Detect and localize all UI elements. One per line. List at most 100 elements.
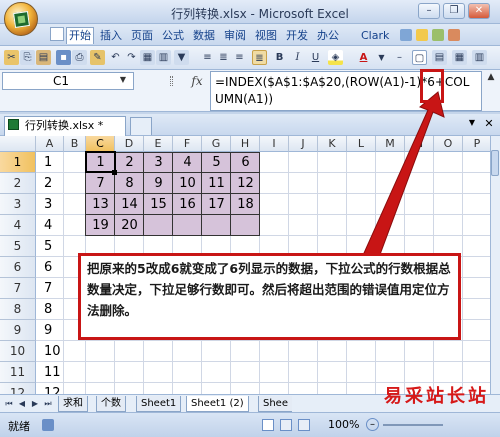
print-icon[interactable]: ⎙ xyxy=(72,50,87,65)
font-color-icon[interactable]: A xyxy=(356,50,371,65)
fill-color-icon[interactable]: ◈ xyxy=(328,50,343,65)
chevron-down-icon[interactable]: ▼ xyxy=(466,118,478,130)
tab-clark[interactable]: Clark xyxy=(358,27,392,44)
cell-a-value[interactable]: 7 xyxy=(44,278,64,299)
normal-view-icon[interactable] xyxy=(262,419,274,431)
underline-icon[interactable]: U xyxy=(308,50,323,65)
minus-icon[interactable]: – xyxy=(392,50,407,65)
result-cell[interactable]: 12 xyxy=(231,173,260,194)
row-header[interactable]: 10 xyxy=(0,341,36,362)
sheet-tab-count[interactable]: 个数 xyxy=(96,396,126,412)
border-icon[interactable]: ▢ xyxy=(412,50,427,65)
align-left-icon[interactable]: ≡ xyxy=(200,50,215,65)
result-cell[interactable]: 13 xyxy=(86,194,115,215)
undo-icon[interactable]: ↶ xyxy=(108,50,123,65)
column-header[interactable]: E xyxy=(144,136,173,152)
tab-data[interactable]: 数据 xyxy=(190,27,218,44)
cell-style-icon[interactable]: ▥ xyxy=(472,50,487,65)
result-cell[interactable] xyxy=(231,215,260,236)
cell-a-value[interactable]: 10 xyxy=(44,341,64,362)
filter-icon[interactable]: ▼ xyxy=(174,50,189,65)
result-cell[interactable]: 14 xyxy=(115,194,144,215)
result-cell[interactable]: 19 xyxy=(86,215,115,236)
column-header[interactable]: J xyxy=(289,136,318,152)
result-cell[interactable]: 5 xyxy=(202,152,231,173)
bold-icon[interactable]: B xyxy=(272,50,287,65)
row-header[interactable]: 4 xyxy=(0,215,36,236)
cell-a-value[interactable]: 1 xyxy=(44,152,64,173)
chart-icon[interactable]: ▥ xyxy=(156,50,171,65)
fill-handle[interactable] xyxy=(112,170,117,175)
save-icon[interactable]: ▪ xyxy=(56,50,71,65)
close-workbook-icon[interactable]: ✕ xyxy=(482,117,496,131)
format-painter-icon[interactable]: ✎ xyxy=(90,50,105,65)
cell-a-value[interactable]: 11 xyxy=(44,362,64,383)
minimize-button[interactable]: – xyxy=(418,3,440,19)
cell-a-value[interactable]: 3 xyxy=(44,194,64,215)
tab-view[interactable]: 视图 xyxy=(252,27,280,44)
paste-icon[interactable]: ▤ xyxy=(36,50,51,65)
ribbon-help-icon[interactable] xyxy=(50,27,64,41)
result-cell[interactable]: 11 xyxy=(202,173,231,194)
tab-office[interactable]: 办公 xyxy=(314,27,342,44)
align-center-icon[interactable]: ≣ xyxy=(216,50,231,65)
column-header[interactable]: N xyxy=(405,136,434,152)
page-layout-view-icon[interactable] xyxy=(280,419,292,431)
column-header[interactable]: C xyxy=(86,136,115,152)
prev-sheet-icon[interactable]: ◀ xyxy=(16,398,28,410)
table-icon[interactable]: ▦ xyxy=(140,50,155,65)
result-cell[interactable] xyxy=(202,215,231,236)
wrap-text-icon[interactable]: ≣ xyxy=(252,50,267,65)
cell-a-value[interactable]: 8 xyxy=(44,299,64,320)
chevron-down-icon[interactable]: ▼ xyxy=(374,50,389,65)
row-header[interactable]: 3 xyxy=(0,194,36,215)
row-header[interactable]: 12 xyxy=(0,383,36,394)
tab-formulas[interactable]: 公式 xyxy=(159,27,187,44)
result-cell[interactable]: 7 xyxy=(86,173,115,194)
cut-icon[interactable]: ✂ xyxy=(4,50,19,65)
result-cell[interactable]: 3 xyxy=(144,152,173,173)
cell-a-value[interactable]: 2 xyxy=(44,173,64,194)
sheet-tab-sheet1-2[interactable]: Sheet1 (2) xyxy=(186,396,249,412)
zoom-out-icon[interactable]: – xyxy=(366,418,379,431)
result-cell[interactable]: 8 xyxy=(115,173,144,194)
vertical-scrollbar[interactable] xyxy=(490,136,500,406)
align-right-icon[interactable]: ≡ xyxy=(232,50,247,65)
sheet-tab-partial[interactable]: Shee xyxy=(258,396,292,412)
new-tab-button[interactable] xyxy=(130,117,152,135)
column-header[interactable]: K xyxy=(318,136,347,152)
last-sheet-icon[interactable]: ⏭ xyxy=(42,398,54,410)
tab-developer[interactable]: 开发 xyxy=(283,27,311,44)
result-cell[interactable]: 20 xyxy=(115,215,144,236)
result-cell[interactable]: 2 xyxy=(115,152,144,173)
column-header[interactable]: F xyxy=(173,136,202,152)
column-header[interactable]: B xyxy=(64,136,86,152)
redo-icon[interactable]: ↷ xyxy=(124,50,139,65)
cell-a-value[interactable]: 9 xyxy=(44,320,64,341)
cell-a-value[interactable]: 5 xyxy=(44,236,64,257)
table-format-icon[interactable]: ▦ xyxy=(452,50,467,65)
result-cell[interactable]: 17 xyxy=(202,194,231,215)
result-cell[interactable]: 15 xyxy=(144,194,173,215)
row-header[interactable]: 6 xyxy=(0,257,36,278)
zoom-slider[interactable] xyxy=(383,424,443,426)
ribbon-icon[interactable] xyxy=(416,29,428,41)
tab-review[interactable]: 审阅 xyxy=(221,27,249,44)
row-header[interactable]: 8 xyxy=(0,299,36,320)
result-cell[interactable]: 4 xyxy=(173,152,202,173)
workbook-tab[interactable]: 行列转换.xlsx * xyxy=(4,116,126,136)
insert-function-icon[interactable]: fx xyxy=(186,72,208,90)
column-header[interactable]: I xyxy=(260,136,289,152)
row-header[interactable]: 2 xyxy=(0,173,36,194)
result-cell[interactable]: 18 xyxy=(231,194,260,215)
restore-button[interactable]: ❐ xyxy=(443,3,465,19)
cell-a-value[interactable]: 4 xyxy=(44,215,64,236)
column-header[interactable]: O xyxy=(434,136,463,152)
column-header[interactable]: M xyxy=(376,136,405,152)
column-header[interactable]: D xyxy=(115,136,144,152)
row-header[interactable]: 9 xyxy=(0,320,36,341)
result-cell[interactable]: 6 xyxy=(231,152,260,173)
tab-insert[interactable]: 插入 xyxy=(97,27,125,44)
row-header[interactable]: 7 xyxy=(0,278,36,299)
tab-page-layout[interactable]: 页面 xyxy=(128,27,156,44)
